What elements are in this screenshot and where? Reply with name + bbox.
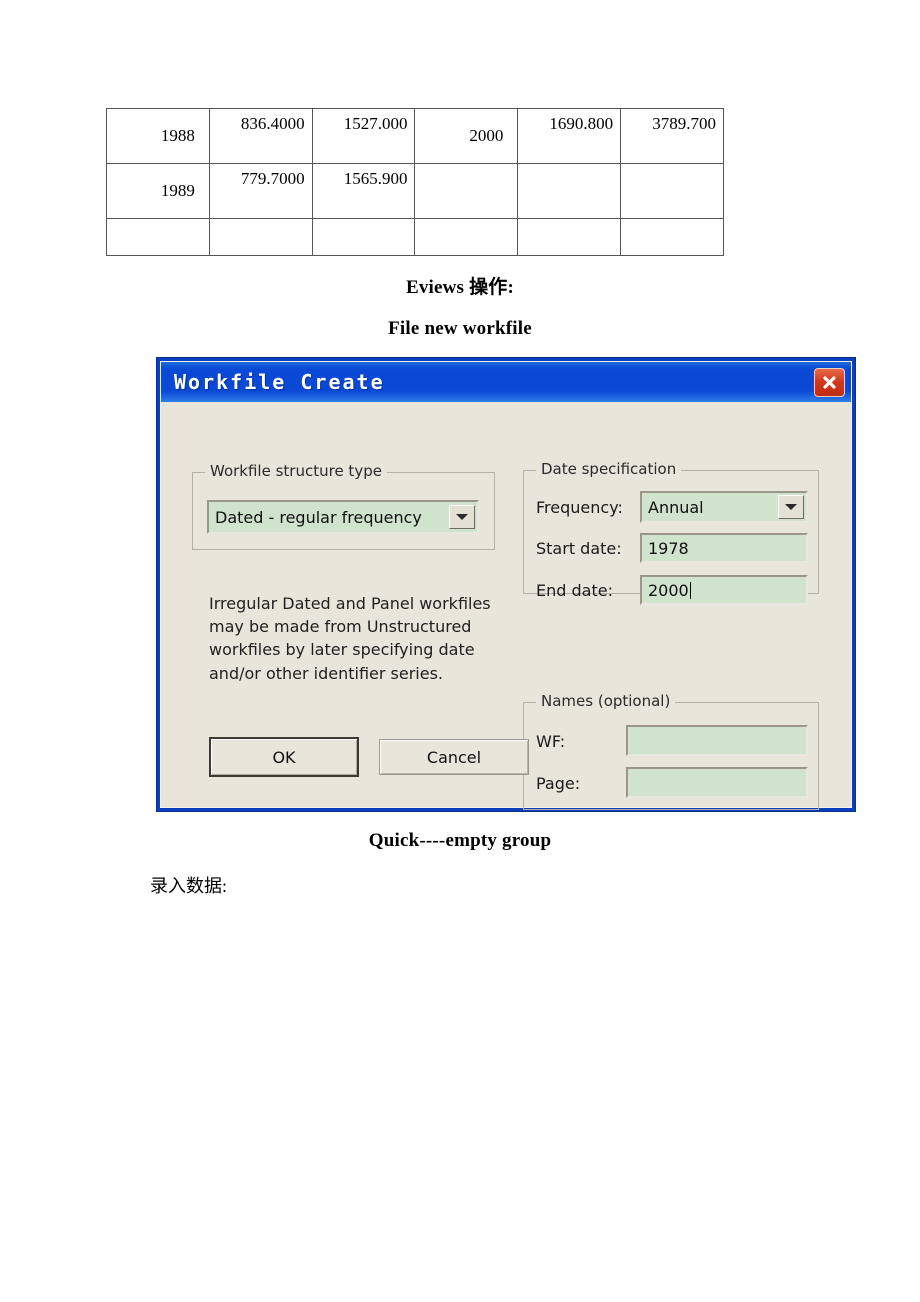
- dialog-inner-frame: Workfile Create Workfile structure type …: [160, 361, 852, 810]
- workfile-create-dialog: Workfile Create Workfile structure type …: [156, 357, 856, 812]
- data-table: 1988 836.4000 1527.000 2000 1690.800 378…: [106, 108, 724, 256]
- table-cell-value: 3789.700: [620, 108, 724, 164]
- table-cell-year: 1988: [106, 108, 210, 164]
- date-specification-group: Date specification Frequency: Annual Sta…: [523, 460, 819, 605]
- table-row: 1989 779.7000 1565.900: [106, 163, 724, 219]
- frequency-value: Annual: [648, 497, 704, 517]
- structure-description-text: Irregular Dated and Panel workfiles may …: [209, 594, 491, 683]
- start-date-label: Start date:: [536, 539, 622, 558]
- table-cell-empty: [620, 218, 724, 256]
- frequency-label: Frequency:: [536, 498, 623, 517]
- start-date-input[interactable]: 1978: [640, 533, 808, 563]
- paragraph-input-data: 录入数据:: [150, 876, 228, 896]
- table-cell-empty: [311, 218, 416, 256]
- end-date-value: 2000: [648, 580, 689, 600]
- wf-name-label: WF:: [536, 732, 566, 751]
- table-cell-empty: [106, 218, 210, 256]
- workfile-structure-type-group: Workfile structure type Dated - regular …: [192, 462, 495, 550]
- table-cell-empty: [517, 163, 622, 219]
- table-row: [106, 218, 724, 256]
- ok-button[interactable]: OK: [209, 737, 359, 777]
- data-table-body: 1988 836.4000 1527.000 2000 1690.800 378…: [106, 108, 724, 256]
- names-optional-label: Names (optional): [536, 692, 676, 710]
- table-cell-value: 1565.900: [311, 163, 416, 219]
- workfile-structure-type-value: Dated - regular frequency: [215, 507, 422, 527]
- table-row: 1988 836.4000 1527.000 2000 1690.800 378…: [106, 108, 724, 164]
- text-cursor: [689, 581, 691, 599]
- table-cell-year: 1989: [106, 163, 210, 219]
- table-cell-value: 1527.000: [311, 108, 416, 164]
- heading-eviews-operation: Eviews 操作:: [405, 277, 515, 298]
- dialog-title: Workfile Create: [174, 370, 385, 394]
- chevron-down-glyph: [456, 514, 468, 520]
- workfile-structure-type-select[interactable]: Dated - regular frequency: [207, 500, 479, 534]
- table-cell-value: 836.4000: [208, 108, 313, 164]
- close-icon[interactable]: [814, 367, 845, 397]
- table-cell-empty: [414, 218, 519, 256]
- cancel-button[interactable]: Cancel: [379, 739, 529, 775]
- page-name-input[interactable]: [626, 767, 808, 798]
- chevron-down-icon[interactable]: [449, 505, 475, 529]
- table-cell-empty: [517, 218, 622, 256]
- start-date-value: 1978: [648, 538, 689, 558]
- end-date-input[interactable]: 2000: [640, 575, 808, 605]
- frequency-select[interactable]: Annual: [640, 491, 808, 523]
- table-cell-value: 1690.800: [517, 108, 622, 164]
- table-cell-empty: [620, 163, 724, 219]
- document-page: 1988 836.4000 1527.000 2000 1690.800 378…: [0, 0, 920, 1302]
- table-cell-empty: [414, 163, 519, 219]
- table-cell-year: 2000: [414, 108, 519, 164]
- table-cell-empty: [208, 218, 313, 256]
- chevron-down-glyph: [785, 504, 797, 510]
- heading-file-new-workfile: File new workfile: [388, 318, 532, 339]
- names-optional-group: Names (optional) WF: Page:: [523, 692, 819, 810]
- heading-quick-empty-group: Quick----empty group: [368, 830, 552, 851]
- workfile-structure-type-label: Workfile structure type: [205, 462, 387, 480]
- dialog-title-bar[interactable]: Workfile Create: [161, 362, 851, 402]
- end-date-label: End date:: [536, 581, 613, 600]
- table-cell-value: 779.7000: [208, 163, 313, 219]
- wf-name-input[interactable]: [626, 725, 808, 756]
- page-name-label: Page:: [536, 774, 581, 793]
- date-specification-label: Date specification: [536, 460, 682, 478]
- data-table-container: 1988 836.4000 1527.000 2000 1690.800 378…: [106, 108, 724, 256]
- dialog-body: Workfile structure type Dated - regular …: [161, 402, 851, 810]
- chevron-down-icon[interactable]: [778, 495, 804, 519]
